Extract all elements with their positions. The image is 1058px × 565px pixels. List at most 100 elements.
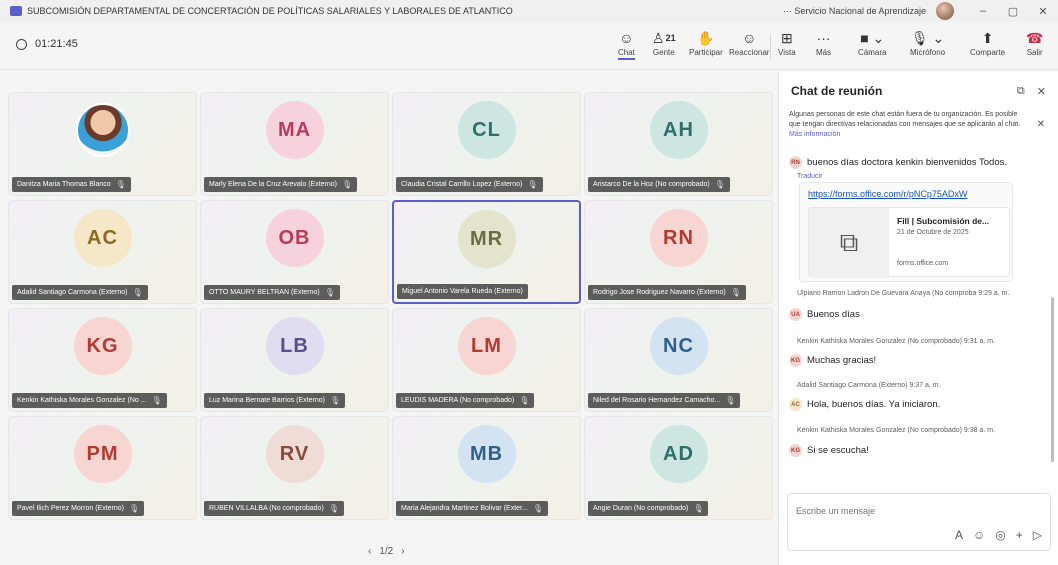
participant-avatar: LM (457, 317, 516, 375)
participant-tile[interactable]: LB Luz Marina Bernate Barrios (Externo) 🎙 (200, 308, 389, 412)
participant-photo (75, 103, 130, 157)
participant-avatar: MB (457, 425, 516, 483)
participant-tile[interactable]: Danitza Maria Thomas Blanco 🎙 (8, 92, 197, 196)
preview-title: Fill | Subcomisión de... (897, 216, 990, 226)
participant-tile[interactable]: OB OTTO MAURY BELTRAN (Externo) 🎙 (200, 200, 389, 304)
participant-avatar: OB (265, 209, 324, 267)
message: UA Buenos días (789, 308, 860, 321)
participant-tile[interactable]: KG Kenkin Kathiska Morales Gonzalez (No .… (8, 308, 197, 412)
sticker-icon[interactable]: ◎ (995, 528, 1005, 542)
chat-button[interactable]: ☺ Chat (618, 28, 635, 66)
people-label: Gente (652, 48, 675, 57)
message: AC Hola, buenos días. Ya iniciaron. (789, 398, 940, 411)
participant-avatar: CL (457, 101, 516, 159)
camera-off-icon: ■ ⌄ (860, 29, 885, 46)
participant-name: Rodrigo Jose Rodriguez Navarro (Externo) (593, 289, 726, 296)
link-preview[interactable]: https://forms.office.com/r/pNCp75ADxW ⧉ … (799, 182, 1013, 282)
chat-title: Chat de reunión (791, 84, 883, 98)
message-meta: Kenkin Kathiska Morales Gonzalez (No com… (797, 338, 996, 345)
raise-hand-button[interactable]: ✋ Participar (689, 28, 723, 66)
participant-name-tag: Niled del Rosario Hernandez Camacho... 🎙 (588, 393, 741, 408)
react-button[interactable]: ☺ Reaccionar (729, 28, 769, 66)
org-name[interactable]: ··· Servicio Nacional de Aprendizaje (783, 6, 926, 16)
close-window-button[interactable]: ✕ (1028, 5, 1058, 18)
participant-tile[interactable]: LM LEUDIS MADERA (No comprobado) 🎙 (392, 308, 581, 412)
participant-tile[interactable]: AC Adalid Santiago Carmona (Externo) 🎙 (8, 200, 197, 304)
leave-label: Salir (1026, 48, 1043, 57)
mic-button[interactable]: 🎙 ⌄ Micrófono (910, 28, 945, 66)
mic-off-icon: 🎙 ⌄ (910, 29, 945, 46)
participant-avatar: MA (265, 101, 324, 159)
participant-tile[interactable]: MB Maria Alejandra Martinez Bolivar (Exte… (392, 416, 581, 520)
emoji-icon[interactable]: ☺ (973, 528, 985, 542)
share-icon: ⬆ (981, 29, 994, 46)
preview-card[interactable]: ⧉ Fill | Subcomisión de... 21 de Octubre… (808, 207, 1010, 278)
add-icon[interactable]: + (1016, 528, 1023, 542)
participant-name: Miguel Antonio Varela Rueda (Externo) (402, 288, 523, 295)
dismiss-notice-icon[interactable]: ✕ (1037, 120, 1045, 130)
user-avatar[interactable] (936, 2, 954, 20)
participant-avatar: RN (649, 209, 708, 267)
participant-tile[interactable]: CL Claudia Cristal Carrillo Lopez (Extern… (392, 92, 581, 196)
more-info-link[interactable]: Más información (789, 131, 840, 138)
participant-tile[interactable]: MR Miguel Antonio Varela Rueda (Externo) (392, 200, 581, 304)
mic-muted-icon: 🎙 (151, 396, 162, 405)
message-meta: Ulpiano Ramon Ladron De Guevara Anaya (N… (797, 290, 1010, 297)
message-list: RN buenos días doctora kenkin bienvenido… (779, 152, 1058, 492)
participant-name-tag: Luz Marina Bernate Barrios (Externo) 🎙 (204, 393, 346, 408)
camera-button[interactable]: ■ ⌄ Cámara (858, 28, 886, 66)
participant-name: Aristarco De la Hoz (No comprobado) (593, 181, 710, 188)
more-icon: ··· (816, 30, 831, 46)
compose-tools: A ☺ ◎ + ▷ (955, 528, 1042, 542)
share-label: Comparte (970, 48, 1006, 57)
participant-avatar: KG (73, 317, 132, 375)
participant-tile[interactable]: RV RUBEN VILLALBA (No comprobado) 🎙 (200, 416, 389, 520)
participant-name-tag: Aristarco De la Hoz (No comprobado) 🎙 (588, 177, 730, 192)
view-button[interactable]: ⊞ Vista (778, 28, 796, 66)
participant-tile[interactable]: MA Marly Elena De la Cruz Arevalo (Extern… (200, 92, 389, 196)
mic-muted-icon: 🎙 (714, 180, 725, 189)
participant-tile[interactable]: AH Aristarco De la Hoz (No comprobado) 🎙 (584, 92, 773, 196)
minimize-button[interactable]: – (968, 5, 998, 17)
message-text: Muchas gracias! (807, 355, 877, 366)
gallery-pager: ‹ 1/2 › (368, 546, 405, 557)
participant-tile[interactable]: AD Angie Duran (No comprobado) 🎙 (584, 416, 773, 520)
people-button[interactable]: ♙ 21 Gente (652, 28, 676, 66)
mic-muted-icon: 🎙 (132, 288, 143, 297)
mic-muted-icon: 🎙 (328, 504, 339, 513)
leave-button[interactable]: ☎ Salir (1026, 28, 1043, 66)
message: KG Si se escucha! (789, 444, 869, 457)
close-icon[interactable]: ✕ (1037, 85, 1046, 98)
teams-icon (10, 6, 22, 16)
notice-text: Algunas personas de este chat están fuer… (789, 111, 1021, 128)
format-icon[interactable]: A (955, 528, 963, 542)
participant-tile[interactable]: RN Rodrigo Jose Rodriguez Navarro (Extern… (584, 200, 773, 304)
popout-icon[interactable]: ⧉ (1017, 85, 1025, 98)
participant-avatar: RV (265, 425, 324, 483)
next-page-button[interactable]: › (401, 546, 404, 557)
mic-muted-icon: 🎙 (342, 180, 353, 189)
share-button[interactable]: ⬆ Comparte (970, 28, 1005, 66)
more-button[interactable]: ··· Más (816, 28, 831, 66)
participant-name-tag: Angie Duran (No comprobado) 🎙 (588, 501, 709, 516)
react-label: Reaccionar (729, 48, 770, 57)
chat-scrollbar[interactable] (1051, 297, 1054, 462)
message-input[interactable] (796, 506, 1036, 516)
message: KG Muchas gracias! (789, 354, 876, 367)
mic-muted-icon: 🎙 (693, 504, 704, 513)
prev-page-button[interactable]: ‹ (368, 546, 371, 557)
mic-muted-icon: 🎙 (128, 504, 140, 513)
meeting-toolbar: 01:21:45 ☺ Chat ♙ 21 Gente ✋ Participar ☺… (0, 22, 1058, 70)
maximize-button[interactable]: ▢ (998, 5, 1028, 18)
participant-name: Pavel Ilich Perez Morron (Externo) (17, 505, 124, 512)
avatar: RN (789, 156, 802, 169)
grid-view-icon: ⊞ (780, 29, 793, 46)
participant-tile[interactable]: PM Pavel Ilich Perez Morron (Externo) 🎙 (8, 416, 197, 520)
participant-tile[interactable]: NC Niled del Rosario Hernandez Camacho...… (584, 308, 773, 412)
smile-icon: ☺ (742, 30, 757, 46)
send-icon[interactable]: ▷ (1033, 528, 1042, 542)
view-label: Vista (778, 48, 796, 57)
forms-icon: ⧉ (809, 208, 889, 278)
translate-link[interactable]: Traducir (797, 173, 822, 180)
preview-url[interactable]: https://forms.office.com/r/pNCp75ADxW (808, 189, 967, 199)
